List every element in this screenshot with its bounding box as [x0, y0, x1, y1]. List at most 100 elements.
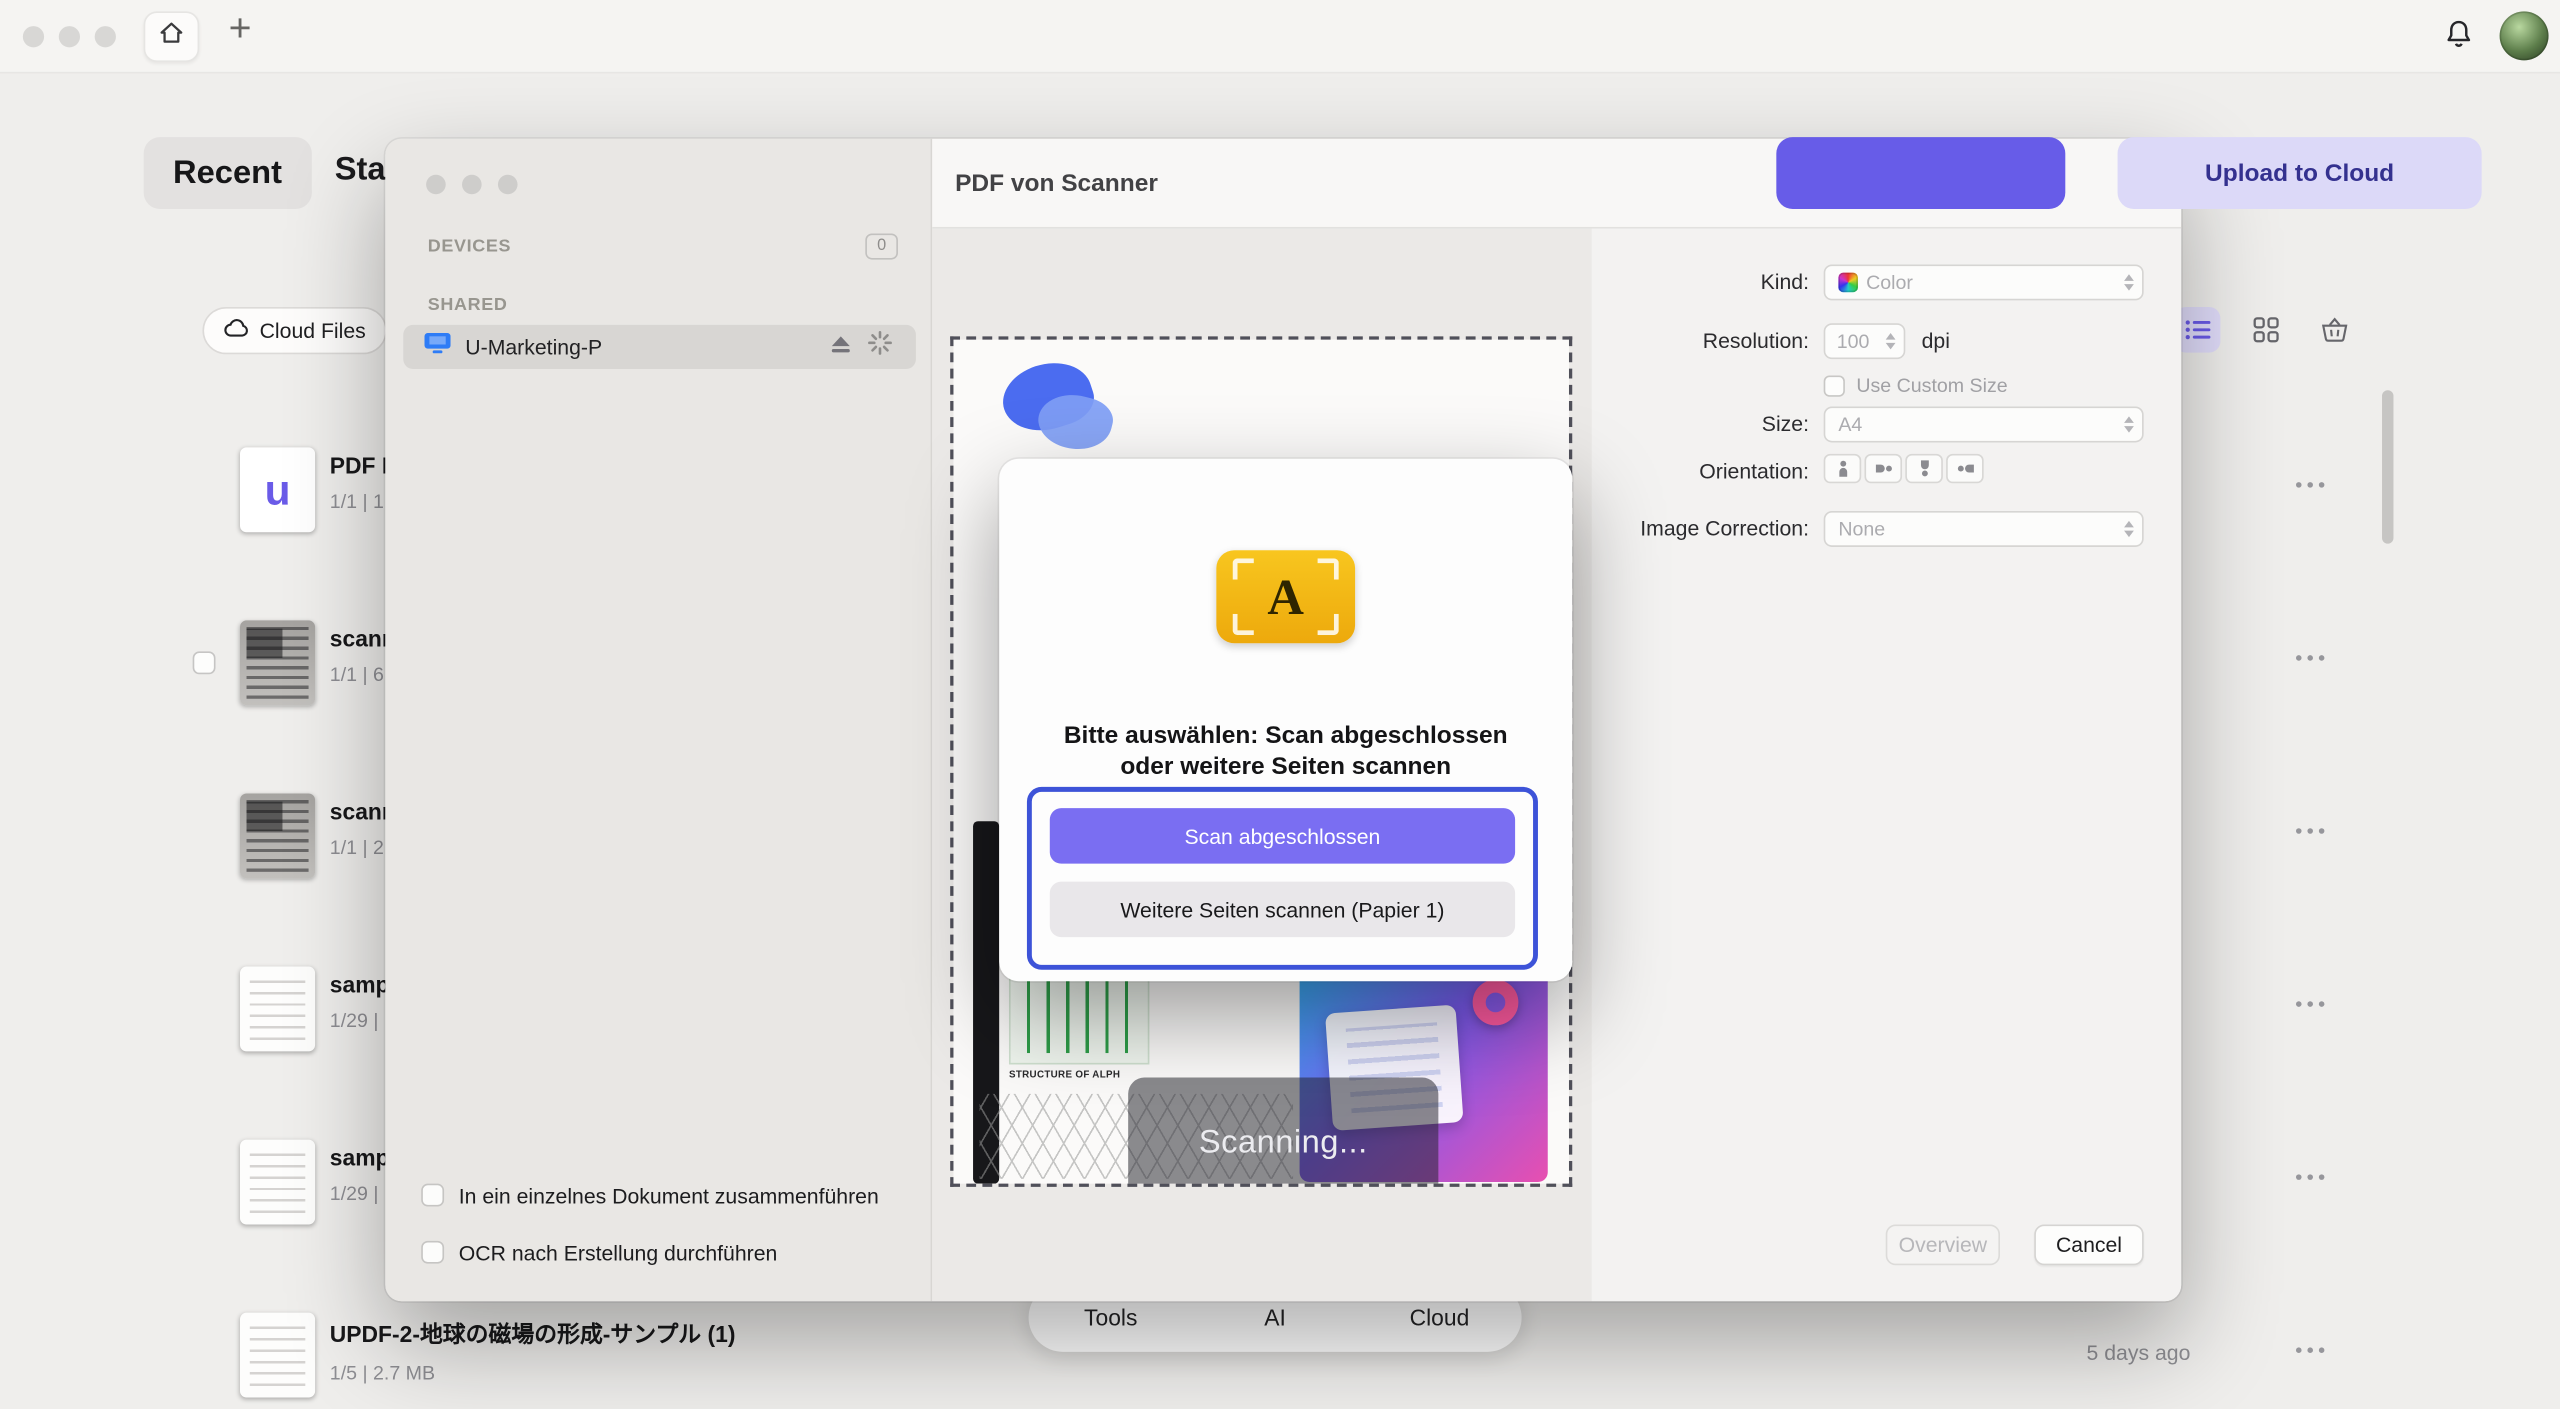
shared-section-label: SHARED	[428, 296, 508, 316]
scan-settings-panel: Kind: Color Resolution: 100 dpi Use Cust…	[1592, 229, 2181, 1302]
scan-finished-dialog: A Bitte auswählen: Scan abgeschlossen od…	[999, 459, 1572, 981]
cloud-icon	[224, 318, 250, 342]
scanner-minimize-button[interactable]	[462, 175, 482, 195]
more-button[interactable]	[2296, 642, 2325, 666]
custom-size-checkbox[interactable]	[1824, 375, 1845, 396]
busy-spinner-icon	[867, 330, 893, 364]
new-tab-button[interactable]: +	[229, 7, 252, 53]
file-thumbnail	[240, 1140, 315, 1225]
tab-recent[interactable]: Recent	[144, 137, 312, 209]
file-thumbnail	[240, 620, 315, 705]
merge-documents-checkbox-row[interactable]: In ein einzelnes Dokument zusammenführen	[421, 1184, 911, 1208]
window-zoom-button[interactable]	[95, 26, 116, 47]
trash-icon	[2320, 317, 2349, 343]
file-thumbnail: u	[240, 447, 315, 532]
scan-finished-button[interactable]: Scan abgeschlossen	[1050, 808, 1515, 864]
scanner-zoom-button[interactable]	[498, 175, 518, 195]
dialog-message-line2: oder weitere Seiten scannen	[999, 751, 1572, 782]
file-meta: 1/5 | 2.7 MB	[330, 1362, 736, 1385]
home-icon	[158, 20, 184, 54]
more-button[interactable]	[2296, 815, 2325, 839]
scanner-close-button[interactable]	[426, 175, 446, 195]
file-meta: 1/29 |	[330, 1182, 390, 1205]
dialog-message-line1: Bitte auswählen: Scan abgeschlossen	[999, 720, 1572, 751]
stepper-arrows-icon	[2124, 274, 2134, 290]
orientation-label: Orientation:	[1597, 454, 1809, 490]
window-minimize-button[interactable]	[59, 26, 80, 47]
resolution-label: Resolution:	[1597, 323, 1809, 359]
shared-device-name: U-Marketing-P	[465, 335, 814, 359]
size-dropdown[interactable]: A4	[1824, 407, 2144, 443]
file-thumbnail	[240, 793, 315, 878]
text-scan-icon: A	[1216, 550, 1355, 643]
overview-button[interactable]: Overview	[1886, 1224, 2000, 1265]
file-title: samp	[330, 971, 390, 997]
orientation-portrait-icon	[1833, 459, 1853, 479]
cancel-button[interactable]: Cancel	[2034, 1224, 2143, 1265]
dialog-message: Bitte auswählen: Scan abgeschlossen oder…	[999, 720, 1572, 782]
orientation-landscape-left-icon	[1873, 459, 1893, 479]
dock-tab[interactable]: Tools	[1029, 1304, 1193, 1330]
merge-checkbox[interactable]	[421, 1184, 444, 1207]
devices-count-badge: 0	[865, 233, 898, 259]
tab-starred-partial[interactable]: Sta	[335, 152, 386, 190]
color-swatch-icon	[1838, 273, 1858, 293]
home-tab-button[interactable]	[144, 11, 200, 62]
devices-section-label: DEVICES	[428, 237, 511, 257]
orientation-landscape-left-button[interactable]	[1864, 454, 1902, 483]
list-view-toggle[interactable]	[2175, 307, 2221, 353]
ocr-checkbox-row[interactable]: OCR nach Erstellung durchführen	[421, 1241, 911, 1265]
kind-dropdown[interactable]: Color	[1824, 264, 2144, 300]
grid-view-icon	[2253, 317, 2279, 343]
custom-size-row[interactable]: Use Custom Size	[1824, 374, 2008, 397]
kind-label: Kind:	[1597, 264, 1809, 300]
scan-more-pages-button[interactable]: Weitere Seiten scannen (Papier 1)	[1050, 882, 1515, 938]
ocr-checkbox-label: OCR nach Erstellung durchführen	[459, 1241, 778, 1265]
user-avatar[interactable]	[2500, 11, 2549, 60]
scrollbar-thumb[interactable]	[2382, 390, 2393, 543]
scan-icon-letter: A	[1267, 567, 1304, 626]
window-close-button[interactable]	[23, 26, 44, 47]
stepper-arrows-icon	[2124, 521, 2134, 537]
file-thumbnail	[240, 1313, 315, 1398]
image-correction-dropdown[interactable]: None	[1824, 511, 2144, 547]
upload-to-cloud-button[interactable]: Upload to Cloud	[2118, 137, 2482, 209]
more-icon	[2296, 655, 2325, 662]
cloud-files-button[interactable]: Cloud Files	[202, 307, 387, 354]
grid-view-toggle[interactable]	[2243, 307, 2289, 353]
size-label: Size:	[1597, 407, 1809, 443]
app-titlebar: +	[0, 0, 2560, 73]
trash-toggle[interactable]	[2312, 307, 2358, 353]
primary-cta-button[interactable]	[1776, 137, 2065, 209]
more-button[interactable]	[2296, 988, 2325, 1012]
scanner-sidebar: DEVICES 0 SHARED U-Marketing-P	[385, 139, 932, 1301]
shared-device-row[interactable]: U-Marketing-P	[403, 325, 916, 369]
cloud-files-label: Cloud Files	[260, 318, 366, 342]
more-icon	[2296, 482, 2325, 489]
more-icon	[2296, 1347, 2325, 1354]
orientation-portrait-button[interactable]	[1824, 454, 1862, 483]
more-icon	[2296, 828, 2325, 835]
more-button[interactable]	[2296, 1161, 2325, 1185]
row-checkbox[interactable]	[193, 651, 216, 674]
notifications-bell-icon[interactable]	[2442, 18, 2475, 59]
updf-logo: u	[265, 464, 291, 515]
resolution-value: 100	[1837, 330, 1870, 353]
eject-icon[interactable]	[829, 332, 852, 361]
orientation-upside-down-button[interactable]	[1905, 454, 1943, 483]
more-icon	[2296, 1001, 2325, 1008]
orientation-landscape-right-button[interactable]	[1946, 454, 1984, 483]
resolution-stepper[interactable]: 100	[1824, 323, 1906, 359]
more-button[interactable]	[2296, 469, 2325, 493]
more-button[interactable]	[2296, 1334, 2325, 1358]
orientation-button-group	[1824, 454, 1984, 483]
ocr-checkbox[interactable]	[421, 1241, 444, 1264]
dock-tab[interactable]: Cloud	[1357, 1304, 1521, 1330]
orientation-landscape-right-icon	[1955, 459, 1975, 479]
resolution-unit-label: dpi	[1922, 323, 1950, 359]
dock-tab[interactable]: AI	[1193, 1304, 1357, 1330]
dialog-choice-group: Scan abgeschlossen Weitere Seiten scanne…	[1027, 787, 1538, 970]
orientation-upside-down-icon	[1914, 459, 1934, 479]
image-correction-value: None	[1838, 518, 1885, 541]
stepper-arrows-icon	[1886, 333, 1896, 349]
